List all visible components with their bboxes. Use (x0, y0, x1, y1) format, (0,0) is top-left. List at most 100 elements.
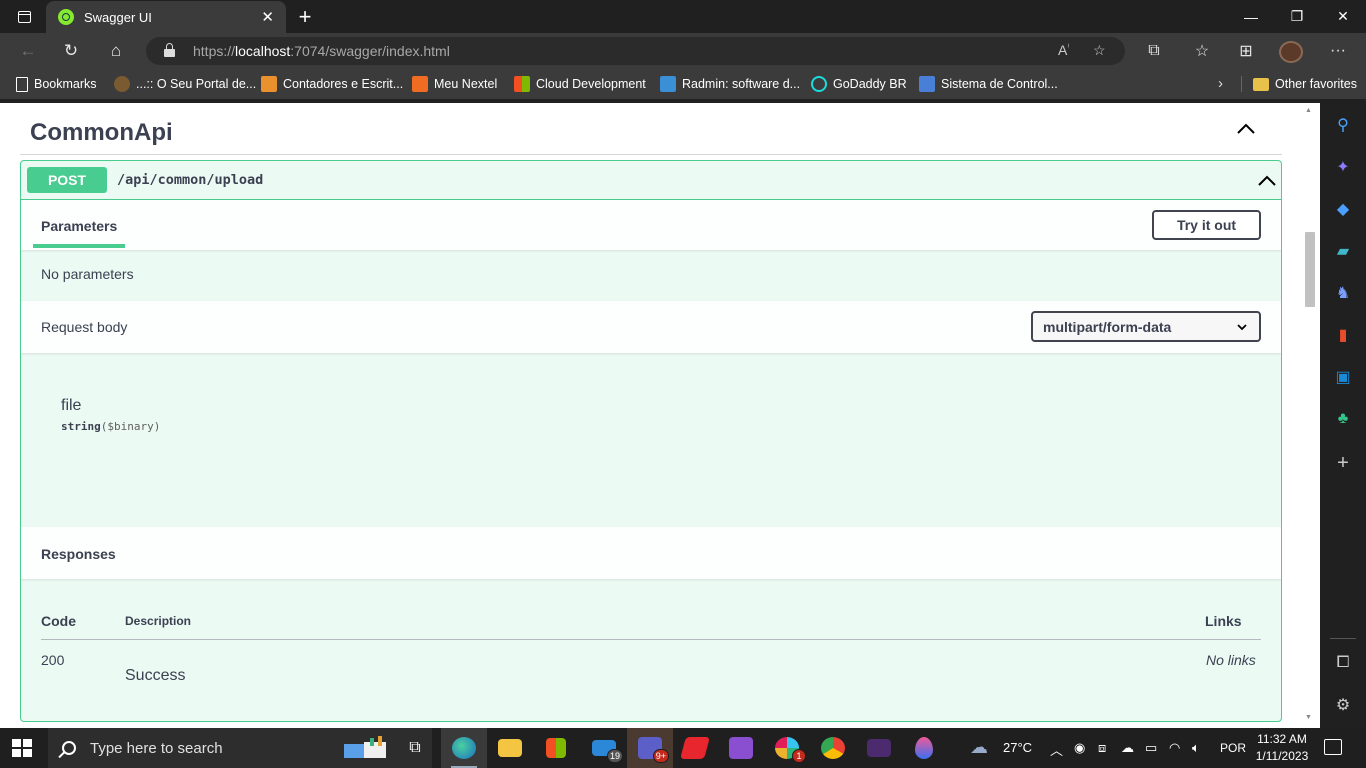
no-parameters-text: No parameters (41, 266, 134, 282)
mail-icon[interactable]: 19 (581, 728, 627, 768)
bookmarks-icon (16, 76, 28, 92)
close-window-icon[interactable]: ✕ (1320, 0, 1366, 33)
split-screen-icon[interactable]: ⧠ (1333, 653, 1353, 673)
settings-icon[interactable]: ⚙ (1333, 695, 1353, 715)
tree-icon[interactable]: ♣ (1333, 409, 1353, 429)
divider (1241, 76, 1242, 92)
chevron-up-icon[interactable] (1257, 171, 1277, 191)
paint-drop-icon[interactable] (901, 728, 947, 768)
column-header-description: Description (125, 614, 192, 628)
shopping-tag-icon[interactable]: ◆ (1333, 199, 1353, 219)
store-icon[interactable] (533, 728, 579, 768)
parameters-header: Parameters Try it out (21, 200, 1281, 250)
slack-badge: 1 (792, 749, 806, 763)
response-description: Success (125, 667, 186, 684)
wifi-icon[interactable]: ◠ (1169, 740, 1180, 756)
read-aloud-icon[interactable]: A⁾ (1058, 42, 1069, 58)
teams-badge: 9+ (652, 749, 669, 763)
chevron-right-icon[interactable]: › (1218, 75, 1223, 92)
new-tab-icon[interactable]: + (294, 4, 316, 30)
add-favorite-icon[interactable]: ☆ (1093, 42, 1106, 59)
task-view-icon[interactable]: ⧉ (392, 728, 438, 768)
bookmark-item[interactable]: Cloud Development (514, 75, 646, 93)
close-tab-icon[interactable]: ✕ (261, 8, 274, 26)
chevron-up-icon[interactable]: ︿ (1050, 740, 1063, 759)
collections-icon[interactable]: ⊞ (1233, 39, 1259, 63)
copilot-icon[interactable]: ✦ (1333, 157, 1353, 177)
url-text[interactable]: https://localhost:7074/swagger/index.htm… (193, 43, 450, 59)
portal-icon (114, 76, 130, 92)
scroll-down-icon[interactable]: ▼ (1305, 714, 1312, 721)
google-plus-icon (261, 76, 277, 92)
responses-title: Responses (41, 546, 116, 562)
notification-icon[interactable] (1324, 739, 1342, 755)
volume-icon[interactable]: 🔈︎ (1192, 740, 1200, 756)
page-viewport: CommonApi POST /api/common/upload Parame… (0, 99, 1320, 728)
chevron-up-icon[interactable] (1236, 119, 1256, 139)
teams-icon[interactable]: 9+ (627, 728, 673, 768)
onedrive-icon[interactable]: ☁ (1121, 740, 1134, 756)
extensions-icon[interactable]: ⧉ (1141, 39, 1167, 63)
add-icon[interactable]: + (1333, 452, 1353, 474)
weather-cloud-icon[interactable]: ☁ (970, 737, 988, 758)
filezilla-icon[interactable] (672, 728, 718, 768)
restore-icon[interactable]: ❐ (1274, 0, 1320, 33)
bookmark-item[interactable]: Contadores e Escrit... (261, 75, 403, 93)
clock[interactable]: 11:32 AM 1/11/2023 (1253, 731, 1311, 765)
bookmark-item[interactable]: Radmin: software d... (660, 75, 800, 93)
tab-actions-icon[interactable] (10, 7, 38, 27)
visual-studio-icon[interactable] (718, 728, 764, 768)
profile-avatar[interactable] (1279, 41, 1303, 63)
field-format: ($binary) (100, 420, 161, 433)
browser-tab[interactable]: Swagger UI ✕ (46, 1, 286, 33)
tab-parameters[interactable]: Parameters (41, 218, 117, 234)
minimize-icon[interactable]: — (1228, 0, 1274, 33)
tools-icon[interactable]: ▰ (1333, 241, 1353, 261)
scrollbar[interactable] (1302, 103, 1318, 728)
other-favorites[interactable]: Other favorites (1253, 75, 1357, 93)
outlook-icon[interactable]: ▣ (1333, 367, 1353, 387)
field-name: file (61, 397, 82, 414)
lock-icon[interactable] (164, 43, 175, 57)
column-header-code: Code (41, 613, 76, 629)
edge-icon[interactable] (441, 728, 487, 768)
file-explorer-icon[interactable] (487, 728, 533, 768)
taskbar: Type here to search ⧉ 19 9+ 1 ☁ 27°C ︿ ◉… (0, 728, 1366, 768)
weather-text[interactable]: 27°C (1003, 740, 1032, 755)
search-icon[interactable]: ⚲ (1333, 115, 1353, 135)
bookmark-item[interactable]: Bookmarks (16, 75, 97, 93)
camera-icon[interactable]: ⧈ (1098, 740, 1106, 756)
refresh-icon[interactable]: ↻ (58, 39, 84, 63)
windows-start-icon[interactable] (12, 739, 32, 757)
bookmark-item[interactable]: Sistema de Control... (919, 75, 1058, 93)
operation-summary[interactable]: POST /api/common/upload (21, 161, 1281, 200)
bookmark-item[interactable]: Meu Nextel (412, 75, 497, 93)
content-type-select[interactable]: multipart/form-data (1031, 311, 1261, 342)
back-icon[interactable]: ← (15, 39, 41, 63)
operation-path: /api/common/upload (117, 172, 264, 188)
language-indicator[interactable]: POR (1220, 741, 1246, 755)
bookmark-item[interactable]: ...:: O Seu Portal de... (114, 75, 256, 93)
record-icon[interactable]: ◉ (1074, 740, 1085, 756)
favorites-icon[interactable]: ☆ (1189, 39, 1215, 63)
address-bar[interactable]: https://localhost:7074/swagger/index.htm… (146, 37, 1125, 65)
response-links: No links (1206, 652, 1256, 668)
godaddy-icon (811, 76, 827, 92)
home-icon[interactable]: ⌂ (103, 39, 129, 63)
slack-icon[interactable]: 1 (764, 728, 810, 768)
chrome-icon[interactable] (810, 728, 856, 768)
clock-date: 1/11/2023 (1255, 749, 1309, 763)
office-icon[interactable]: ▮ (1333, 325, 1353, 345)
taskbar-search[interactable]: Type here to search (48, 728, 432, 768)
games-icon[interactable]: ♞ (1333, 283, 1353, 303)
battery-icon[interactable]: ▭ (1145, 740, 1157, 756)
more-icon[interactable]: ··· (1325, 39, 1351, 63)
scroll-up-icon[interactable]: ▲ (1305, 107, 1312, 114)
chevron-down-icon (1237, 324, 1247, 331)
scrollbar-thumb[interactable] (1305, 232, 1315, 307)
terminal-icon[interactable] (856, 728, 902, 768)
try-it-out-button[interactable]: Try it out (1152, 210, 1261, 240)
section-title[interactable]: CommonApi (30, 119, 173, 147)
sistema-icon (919, 76, 935, 92)
bookmark-item[interactable]: GoDaddy BR (811, 75, 907, 93)
